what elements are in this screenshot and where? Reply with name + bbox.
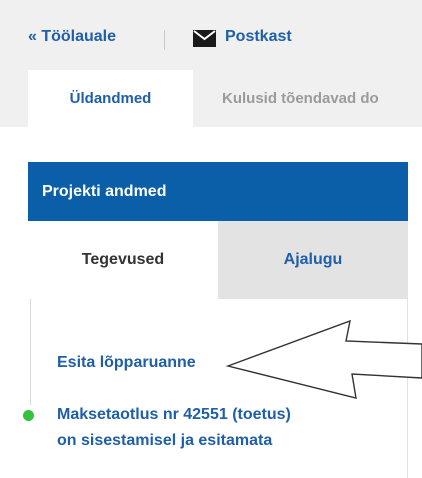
subtab-history[interactable]: Ajalugu <box>218 221 408 299</box>
submit-final-report-link[interactable]: Esita lõpparuanne <box>57 354 196 372</box>
payment-request-event[interactable]: Maksetaotlus nr 42551 (toetus) on sisest… <box>57 402 291 454</box>
nav-divider <box>164 30 165 50</box>
panel-title: Projekti andmed <box>28 162 408 221</box>
event-line-2: on sisestamisel ja esitamata <box>57 432 273 449</box>
back-to-dashboard-link[interactable]: « Töölauale <box>28 28 116 46</box>
tab-expense-documents[interactable]: Kulusid tõendavad do <box>222 70 422 127</box>
subtab-activities[interactable]: Tegevused <box>28 221 218 299</box>
event-line-1: Maksetaotlus nr 42551 (toetus) <box>57 406 291 423</box>
mailbox-link[interactable]: Postkast <box>225 28 292 46</box>
envelope-icon[interactable] <box>193 30 216 47</box>
tab-general-data[interactable]: Üldandmed <box>28 70 193 127</box>
timeline-line <box>30 299 31 405</box>
status-dot <box>23 410 34 421</box>
